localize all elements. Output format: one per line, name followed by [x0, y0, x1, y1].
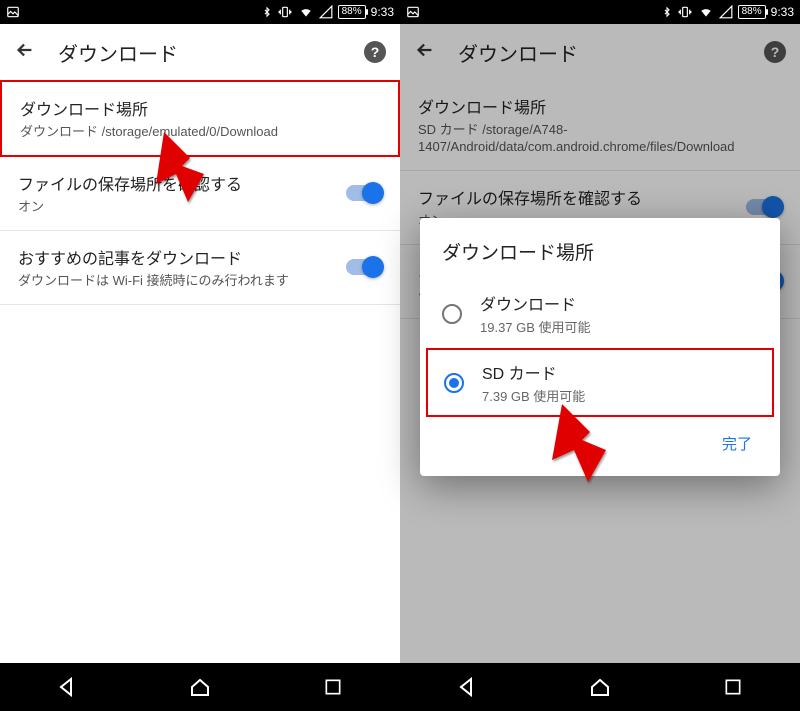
radio-unchecked-icon: [442, 304, 462, 324]
page-title: ダウンロード: [458, 38, 742, 67]
annotation-arrow: [540, 396, 630, 496]
toggle-switch[interactable]: [346, 185, 382, 201]
image-icon: [406, 5, 420, 19]
nav-back[interactable]: [454, 674, 480, 700]
annotation-arrow: [146, 124, 226, 214]
status-time: 9:33: [371, 5, 394, 19]
status-time: 9:33: [771, 5, 794, 19]
setting-title: ダウンロード場所: [20, 96, 380, 120]
signal-icon: [319, 5, 333, 19]
battery-icon: 88%: [338, 5, 366, 19]
setting-subtitle: SD カード /storage/A748-1407/Android/data/c…: [418, 122, 782, 156]
setting-download-location[interactable]: ダウンロード場所 SD カード /storage/A748-1407/Andro…: [400, 80, 800, 171]
nav-bar: [400, 663, 800, 711]
image-icon: [6, 5, 20, 19]
back-icon[interactable]: [14, 39, 36, 66]
bluetooth-icon: [262, 5, 272, 19]
setting-subtitle: ダウンロードは Wi-Fi 接続時にのみ行われます: [18, 273, 334, 290]
radio-checked-icon: [444, 373, 464, 393]
setting-title: ダウンロード場所: [418, 94, 782, 118]
app-header: ダウンロード ?: [0, 24, 400, 80]
battery-icon: 88%: [738, 5, 766, 19]
radio-option-download[interactable]: ダウンロード 19.37 GB 使用可能: [420, 279, 780, 348]
bluetooth-icon: [662, 5, 672, 19]
help-icon[interactable]: ?: [364, 41, 386, 63]
status-bar: 88% 9:33: [400, 0, 800, 24]
radio-sublabel: 19.37 GB 使用可能: [480, 317, 591, 336]
radio-label: ダウンロード: [480, 291, 591, 315]
setting-title: おすすめの記事をダウンロード: [18, 245, 334, 269]
toggle-switch[interactable]: [346, 259, 382, 275]
nav-home[interactable]: [187, 674, 213, 700]
status-bar: 88% 9:33: [0, 0, 400, 24]
wifi-icon: [298, 5, 314, 19]
dialog-title: ダウンロード場所: [420, 238, 780, 279]
nav-back[interactable]: [54, 674, 80, 700]
nav-home[interactable]: [587, 674, 613, 700]
radio-label: SD カード: [482, 360, 585, 384]
help-icon[interactable]: ?: [764, 41, 786, 63]
nav-recent[interactable]: [720, 674, 746, 700]
dialog-done-button[interactable]: 完了: [712, 427, 762, 460]
nav-recent[interactable]: [320, 674, 346, 700]
app-header: ダウンロード ?: [400, 24, 800, 80]
signal-icon: [719, 5, 733, 19]
nav-bar: [0, 663, 400, 711]
setting-download-articles[interactable]: おすすめの記事をダウンロード ダウンロードは Wi-Fi 接続時にのみ行われます: [0, 231, 400, 305]
vibrate-icon: [677, 5, 693, 19]
setting-title: ファイルの保存場所を確認する: [418, 185, 734, 209]
vibrate-icon: [277, 5, 293, 19]
back-icon[interactable]: [414, 39, 436, 66]
page-title: ダウンロード: [58, 38, 342, 67]
wifi-icon: [698, 5, 714, 19]
toggle-switch[interactable]: [746, 199, 782, 215]
